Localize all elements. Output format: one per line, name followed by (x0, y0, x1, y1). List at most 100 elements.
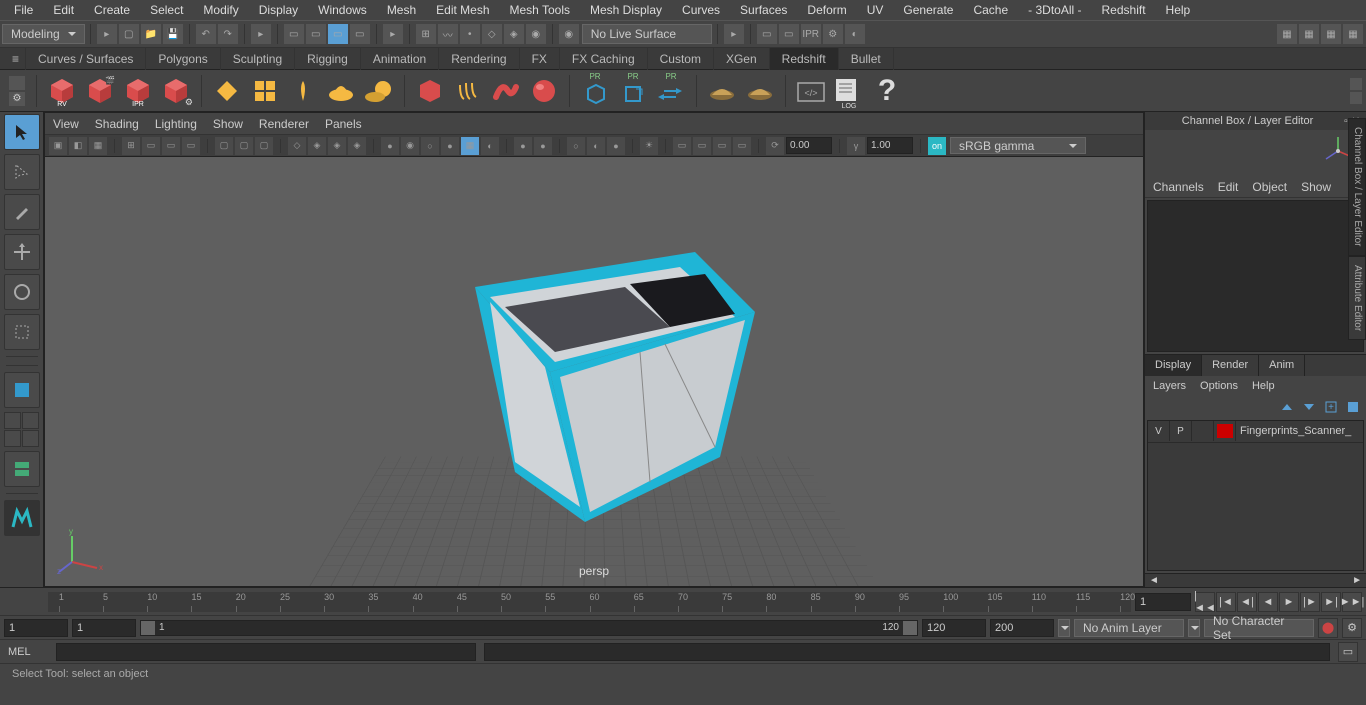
pt-default-icon[interactable]: ● (381, 137, 399, 155)
menu-surfaces[interactable]: Surfaces (730, 1, 797, 19)
select-obj-icon[interactable]: ▭ (328, 24, 348, 44)
range-menu-icon[interactable] (1058, 619, 1070, 637)
menu-mesh[interactable]: Mesh (377, 1, 426, 19)
rotate-tool[interactable] (4, 274, 40, 310)
cb-menu-edit[interactable]: Edit (1218, 180, 1239, 194)
menu-redshift[interactable]: Redshift (1092, 1, 1156, 19)
pt-all-icon[interactable]: ◉ (401, 137, 419, 155)
range-in-input[interactable] (72, 619, 136, 637)
layer-tab-display[interactable]: Display (1145, 355, 1202, 376)
menu-mesh-tools[interactable]: Mesh Tools (500, 1, 580, 19)
pt-xrayj-icon[interactable]: ◈ (328, 137, 346, 155)
colorspace-toggle-icon[interactable]: on (928, 137, 946, 155)
menu-edit-mesh[interactable]: Edit Mesh (426, 1, 499, 19)
time-ruler[interactable]: 1510152025303540455055606570758085909510… (48, 592, 1131, 612)
file-open-icon[interactable]: 📁 (141, 24, 161, 44)
pt-gate-icon[interactable]: ▭ (162, 137, 180, 155)
pt-camera-icon[interactable]: ▣ (49, 137, 67, 155)
pt-sel-icon[interactable]: ○ (421, 137, 439, 155)
shelf-tab-rigging[interactable]: Rigging (295, 48, 361, 70)
range-handle-start[interactable] (141, 621, 155, 635)
rs-light-spot-icon[interactable] (324, 74, 358, 108)
script-editor-icon[interactable]: ▭ (1338, 642, 1358, 662)
rs-light-point-icon[interactable] (286, 74, 320, 108)
render-settings-icon[interactable]: ⚙ (823, 24, 843, 44)
pt-reload-icon[interactable]: ⟳ (766, 137, 784, 155)
time-slider[interactable]: 1510152025303540455055606570758085909510… (0, 587, 1366, 615)
new-scene-icon[interactable]: ▸ (97, 24, 117, 44)
pt-tex3-icon[interactable]: ▭ (713, 137, 731, 155)
menu--dtoall-[interactable]: - 3DtoAll - (1018, 1, 1091, 19)
pt-flat-icon[interactable]: ● (441, 137, 459, 155)
live-toggle-icon[interactable]: ◉ (559, 24, 579, 44)
rs-curve-icon[interactable] (489, 74, 523, 108)
layer-vis-toggle[interactable]: V (1148, 421, 1170, 441)
layer-color-swatch[interactable] (1214, 421, 1236, 441)
pt-aa-icon[interactable]: ◐ (587, 137, 605, 155)
layer-menu-layers[interactable]: Layers (1153, 380, 1186, 392)
pt-gamma-icon[interactable]: γ (847, 137, 865, 155)
rs-proxy-icon[interactable] (413, 74, 447, 108)
toggle-outliner-icon[interactable]: ▦ (1277, 24, 1297, 44)
layer-name[interactable]: Fingerprints_Scanner_ (1236, 425, 1355, 437)
shelf-tab-custom[interactable]: Custom (648, 48, 714, 70)
go-end-icon[interactable]: ►►| (1342, 592, 1362, 612)
shelf-scroll-down-icon[interactable] (1350, 92, 1362, 104)
axis-gizmo[interactable]: yxz (57, 524, 107, 574)
lasso-tool[interactable] (4, 154, 40, 190)
pt-dof-icon[interactable]: ○ (567, 137, 585, 155)
pt-bookmark-icon[interactable]: ◧ (69, 137, 87, 155)
menu-modify[interactable]: Modify (193, 1, 248, 19)
panel-menu-shading[interactable]: Shading (95, 117, 139, 131)
shelf-tab-animation[interactable]: Animation (361, 48, 439, 70)
rs-pr-1[interactable]: PR (616, 74, 650, 108)
render-view-icon[interactable]: ▭ (757, 24, 777, 44)
pt-tex-icon[interactable]: ▭ (673, 137, 691, 155)
move-tool[interactable] (4, 234, 40, 270)
layer-menu-options[interactable]: Options (1200, 380, 1238, 392)
menu-uv[interactable]: UV (857, 1, 894, 19)
menu-display[interactable]: Display (249, 1, 308, 19)
pt-exposure-icon[interactable]: ☀ (640, 137, 658, 155)
range-start-input[interactable] (4, 619, 68, 637)
snap-grid-icon[interactable]: ⊞ (416, 24, 436, 44)
pt-motion-icon[interactable]: ● (514, 137, 532, 155)
menu-cache[interactable]: Cache (963, 1, 1018, 19)
rs-cube-0[interactable]: RV (45, 74, 79, 108)
layer-row[interactable]: V P Fingerprints_Scanner_ (1148, 421, 1363, 443)
layout-quad1[interactable] (4, 412, 21, 429)
menu-select[interactable]: Select (140, 1, 193, 19)
layer-new-empty-icon[interactable]: + (1322, 398, 1340, 416)
range-handle-end[interactable] (903, 621, 917, 635)
prev-key-icon[interactable]: |◄ (1216, 592, 1236, 612)
snap-view-icon[interactable]: ◈ (504, 24, 524, 44)
time-current-input[interactable] (1135, 593, 1191, 611)
menu-curves[interactable]: Curves (672, 1, 730, 19)
rs-light-dome-icon[interactable] (210, 74, 244, 108)
snap-live-icon[interactable]: ◉ (526, 24, 546, 44)
cmd-input[interactable] (56, 643, 476, 661)
layer-move-down-icon[interactable] (1300, 398, 1318, 416)
ipr-render-icon[interactable]: IPR (801, 24, 821, 44)
layer-scroll-right-icon[interactable]: ► (1348, 575, 1366, 586)
layout-quad2[interactable] (22, 412, 39, 429)
menu-generate[interactable]: Generate (893, 1, 963, 19)
pt-xrayc-icon[interactable]: ◈ (348, 137, 366, 155)
shelf-tab-polygons[interactable]: Polygons (146, 48, 220, 70)
gamma-input[interactable] (867, 137, 913, 154)
rs-pr-0[interactable]: PR (578, 74, 612, 108)
menu-help[interactable]: Help (1156, 1, 1201, 19)
rs-cube-1[interactable]: 🎬 (83, 74, 117, 108)
select-hier-icon[interactable]: ▭ (306, 24, 326, 44)
exposure-input[interactable] (786, 137, 832, 154)
layer-scroll-left-icon[interactable]: ◄ (1145, 575, 1163, 586)
side-tab-channelbox[interactable]: Channel Box / Layer Editor (1348, 118, 1366, 256)
rs-sun-icon[interactable] (362, 74, 396, 108)
range-slider[interactable]: 1 120 (140, 620, 918, 636)
shelf-tab-rendering[interactable]: Rendering (439, 48, 519, 70)
play-fwd-icon[interactable]: ► (1279, 592, 1299, 612)
rs-baker1-icon[interactable] (705, 74, 739, 108)
step-back-icon[interactable]: ◄| (1237, 592, 1257, 612)
shelf-tab-layout-icon[interactable] (9, 76, 25, 90)
shelf-tab-fx[interactable]: FX (520, 48, 560, 70)
